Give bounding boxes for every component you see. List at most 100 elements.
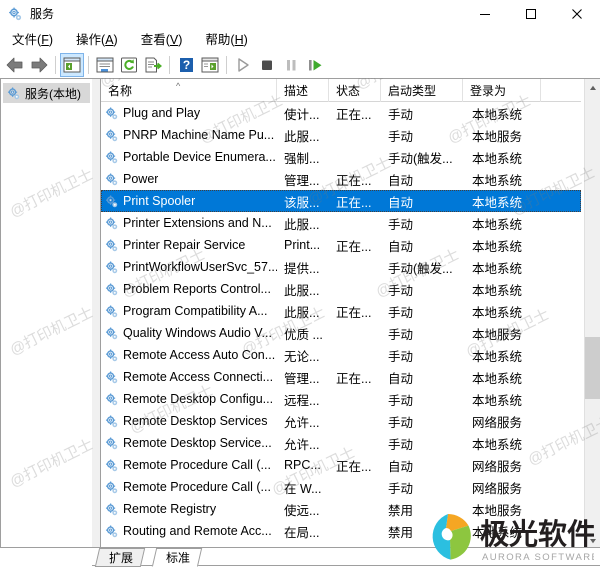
service-gear-icon: [104, 216, 119, 231]
service-status-cell: [329, 432, 381, 454]
service-startup-type-cell: 手动: [388, 217, 414, 232]
table-row[interactable]: Print Spooler 该服... 正在... 自动 本地系统: [101, 190, 581, 212]
tab-extended[interactable]: 扩展: [94, 548, 146, 567]
service-gear-icon: [104, 282, 119, 297]
back-button[interactable]: [3, 53, 27, 77]
menu-view[interactable]: 查看(V): [137, 30, 192, 50]
table-row[interactable]: Program Compatibility A... 此服... 正在... 手动 本地…: [101, 300, 581, 322]
maximize-button[interactable]: [508, 0, 554, 28]
pane-splitter[interactable]: [92, 78, 100, 548]
column-header-description[interactable]: 描述: [277, 79, 329, 102]
table-row[interactable]: Quality Windows Audio V... 优质 ... 手动 本地服务: [101, 322, 581, 344]
table-row[interactable]: Remote Desktop Services 允许... 手动 网络服务: [101, 410, 581, 432]
service-status-cell: [329, 520, 381, 542]
service-name-cell: Remote Procedure Call (...: [101, 476, 277, 498]
forward-button[interactable]: [27, 53, 51, 77]
service-description-cell: 在局...: [284, 525, 320, 540]
service-logon-as-cell: 本地服务: [472, 129, 523, 144]
service-name-cell: Routing and Remote Acc...: [101, 520, 277, 542]
scroll-up-arrow-icon[interactable]: [585, 79, 600, 96]
table-row[interactable]: Remote Access Connecti... 管理... 正在... 自动 本地系…: [101, 366, 581, 388]
logo-mark: [432, 514, 471, 560]
column-header-name[interactable]: 名称 ^: [101, 79, 277, 102]
service-name-label: Remote Access Connecti...: [123, 370, 274, 384]
restart-service-button[interactable]: [303, 53, 327, 77]
menu-help[interactable]: 帮助(H): [201, 30, 256, 50]
service-name-cell: PrintWorkflowUserSvc_57...: [101, 256, 277, 278]
service-name-cell: Plug and Play: [101, 102, 277, 124]
table-row[interactable]: Power 管理... 正在... 自动 本地系统: [101, 168, 581, 190]
table-row[interactable]: Plug and Play 使计... 正在... 手动 本地系统: [101, 102, 581, 124]
service-name-label: Remote Procedure Call (...: [123, 458, 271, 472]
table-row[interactable]: Remote Desktop Configu... 远程... 手动 本地系统: [101, 388, 581, 410]
service-status-cell: 正在...: [336, 239, 372, 254]
service-startup-type-cell: 手动: [388, 393, 414, 408]
service-name-label: Print Spooler: [123, 194, 196, 208]
service-startup-type-cell: 手动: [388, 415, 414, 430]
properties-button[interactable]: [93, 53, 117, 77]
show-hide-tree-button[interactable]: [60, 53, 84, 77]
service-gear-icon: [104, 392, 119, 407]
service-status-cell: [329, 388, 381, 410]
service-description-cell: 该服...: [284, 195, 320, 210]
scrollbar-thumb[interactable]: [585, 337, 600, 399]
minimize-button[interactable]: [462, 0, 508, 28]
table-row[interactable]: Printer Extensions and N... 此服... 手动 本地系统: [101, 212, 581, 234]
service-description-cell: 此服...: [284, 217, 320, 232]
service-startup-type-cell: 自动: [388, 239, 414, 254]
table-row[interactable]: PNRP Machine Name Pu... 此服... 手动 本地服务: [101, 124, 581, 146]
service-description-cell: 管理...: [284, 371, 320, 386]
export-list-button[interactable]: [141, 53, 165, 77]
service-gear-icon: [104, 348, 119, 363]
close-button[interactable]: [554, 0, 600, 28]
column-header-logon-as[interactable]: 登录为: [463, 79, 541, 102]
stop-service-button[interactable]: [255, 53, 279, 77]
tree-item-services-local[interactable]: 服务(本地): [3, 83, 90, 103]
table-row[interactable]: Remote Procedure Call (... 在 W... 手动 网络服务: [101, 476, 581, 498]
service-status-cell: 正在...: [336, 107, 372, 122]
service-logon-as-cell: 本地系统: [472, 437, 523, 452]
start-service-button[interactable]: [231, 53, 255, 77]
menu-file[interactable]: 文件(F): [8, 30, 62, 50]
column-header-startup-type[interactable]: 启动类型: [381, 79, 463, 102]
column-header-logon-as-label: 登录为: [470, 83, 507, 98]
toolbar-separator: [226, 56, 227, 74]
service-description-cell: 管理...: [284, 173, 320, 188]
column-header-description-label: 描述: [284, 83, 309, 98]
table-row[interactable]: Remote Access Auto Con... 无论... 手动 本地系统: [101, 344, 581, 366]
service-name-label: Remote Desktop Configu...: [123, 392, 274, 406]
service-name-cell: Program Compatibility A...: [101, 300, 277, 322]
service-name-label: Portable Device Enumera...: [123, 150, 276, 164]
help-button[interactable]: ?: [174, 53, 198, 77]
column-header-startup-type-label: 启动类型: [388, 83, 437, 98]
service-status-cell: [329, 476, 381, 498]
vertical-scrollbar[interactable]: [584, 79, 600, 547]
menu-action[interactable]: 操作(A): [72, 30, 127, 50]
service-gear-icon: [104, 370, 119, 385]
table-row[interactable]: Remote Procedure Call (... RPC... 正在... 自动 网…: [101, 454, 581, 476]
table-row[interactable]: Problem Reports Control... 此服... 手动 本地系统: [101, 278, 581, 300]
service-name-label: Quality Windows Audio V...: [123, 326, 272, 340]
pause-service-button[interactable]: [279, 53, 303, 77]
service-name-label: Remote Registry: [123, 502, 217, 516]
toolbar-separator: [88, 56, 89, 74]
table-row[interactable]: PrintWorkflowUserSvc_57... 提供... 手动(触发... 本…: [101, 256, 581, 278]
service-description-cell: Print...: [284, 238, 321, 252]
column-header-status[interactable]: 状态: [329, 79, 381, 102]
table-row[interactable]: Printer Repair Service Print... 正在... 自动 本地系…: [101, 234, 581, 256]
service-logon-as-cell: 本地系统: [472, 349, 523, 364]
action-pane-icon-button[interactable]: [198, 53, 222, 77]
service-description-cell: 在 W...: [284, 481, 322, 496]
menu-help-accel: H: [234, 33, 244, 47]
svg-text:?: ?: [182, 58, 189, 72]
services-gear-icon: [7, 6, 23, 22]
logo-subtitle: AURORA SOFTWARE PARK: [482, 552, 594, 563]
aurora-software-park-logo: 极光软件园 AURORA SOFTWARE PARK: [418, 508, 594, 566]
service-description-cell: 允许...: [284, 437, 320, 452]
title-bar: 服务: [0, 0, 600, 28]
tab-standard[interactable]: 标准: [151, 548, 203, 567]
table-row[interactable]: Remote Desktop Service... 允许... 手动 本地系统: [101, 432, 581, 454]
refresh-button[interactable]: [117, 53, 141, 77]
menu-file-accel: F: [41, 33, 49, 47]
table-row[interactable]: Portable Device Enumera... 强制... 手动(触发... 本…: [101, 146, 581, 168]
